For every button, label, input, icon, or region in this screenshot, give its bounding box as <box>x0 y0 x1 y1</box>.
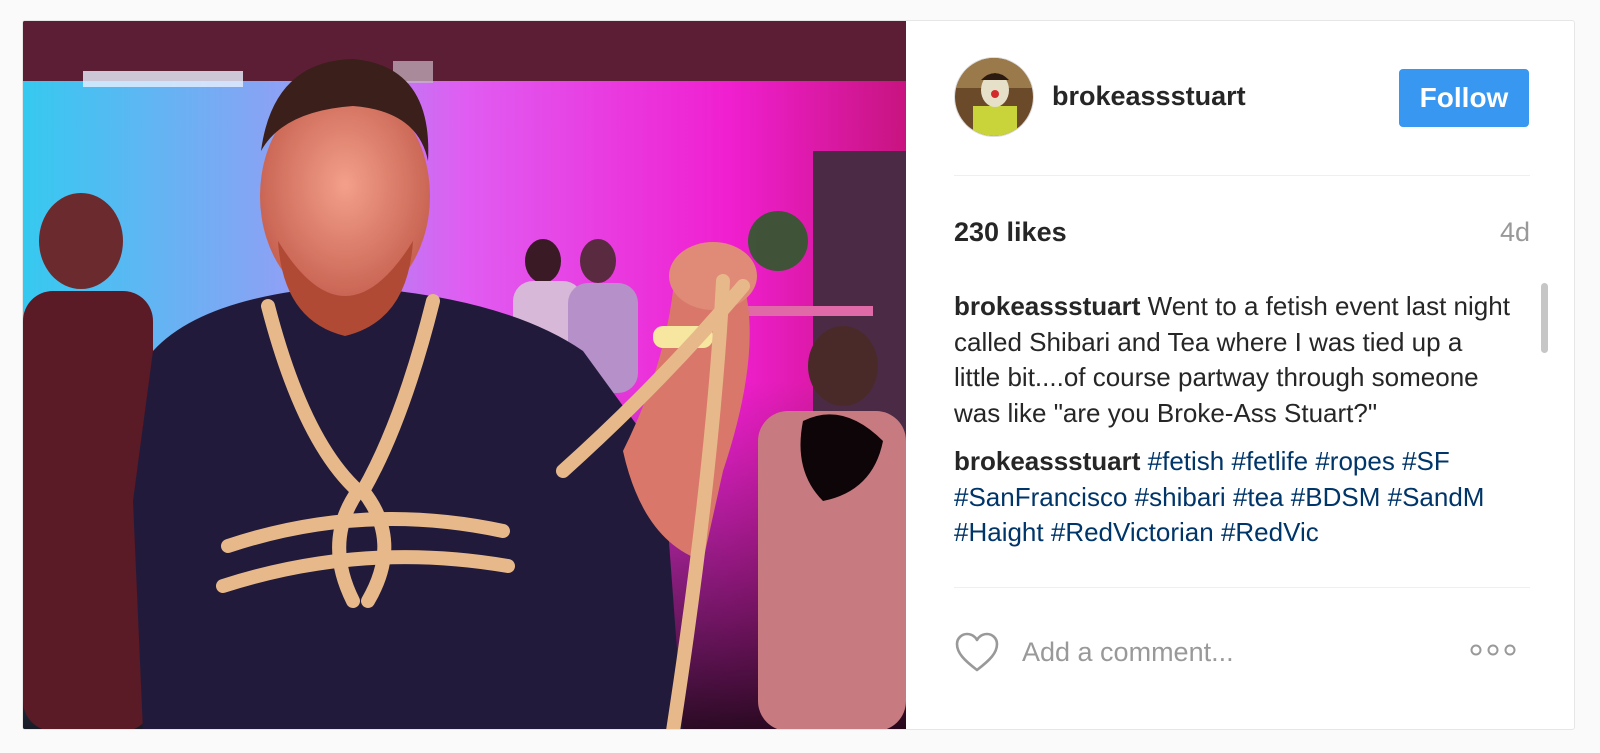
post-timestamp[interactable]: 4d <box>1500 217 1530 248</box>
avatar-image <box>955 58 1033 136</box>
scrollbar-thumb[interactable] <box>1541 283 1548 353</box>
hashtag-link[interactable]: #shibari <box>1135 482 1226 512</box>
more-options-button[interactable] <box>1468 639 1518 661</box>
hashtag-link[interactable]: #Haight <box>954 517 1044 547</box>
post-photo[interactable] <box>23 21 906 729</box>
heart-outline-icon <box>955 632 999 672</box>
post-photo-graphic <box>23 21 906 729</box>
add-comment-input[interactable] <box>1022 633 1452 671</box>
comment-author[interactable]: brokeassstuart <box>954 446 1140 476</box>
comment-author[interactable]: brokeassstuart <box>954 291 1140 321</box>
hashtag-link[interactable]: #SanFrancisco <box>954 482 1127 512</box>
hashtag-link[interactable]: #fetish <box>1148 446 1225 476</box>
hashtag-link[interactable]: #fetlife <box>1232 446 1309 476</box>
post-sidebar: brokeassstuart Follow 230 likes 4d broke… <box>906 21 1574 729</box>
hashtag-link[interactable]: #RedVictorian <box>1051 517 1214 547</box>
like-button[interactable] <box>954 631 1000 673</box>
post-card: brokeassstuart Follow 230 likes 4d broke… <box>22 20 1575 730</box>
hashtag-link[interactable]: #BDSM <box>1291 482 1381 512</box>
hashtag-link[interactable]: #tea <box>1233 482 1284 512</box>
avatar[interactable] <box>954 57 1034 137</box>
follow-button[interactable]: Follow <box>1399 69 1529 127</box>
hashtag-link[interactable]: #ropes <box>1315 446 1395 476</box>
caption-comment: brokeassstuart Went to a fetish event la… <box>954 289 1514 431</box>
hashtag-comment: brokeassstuart #fetish #fetlife #ropes #… <box>954 444 1514 551</box>
header-divider <box>954 175 1530 176</box>
likes-count[interactable]: 230 likes <box>954 217 1067 248</box>
actions-divider <box>954 587 1530 588</box>
post-author-username[interactable]: brokeassstuart <box>1052 81 1246 112</box>
post-header: brokeassstuart Follow <box>954 57 1530 139</box>
comments-list[interactable]: brokeassstuart Went to a fetish event la… <box>954 289 1514 587</box>
hashtag-link[interactable]: #SandM <box>1388 482 1485 512</box>
comments-scrollbar[interactable] <box>1540 283 1549 589</box>
hashtag-link[interactable]: #SF <box>1402 446 1450 476</box>
more-options-icon <box>1470 644 1516 656</box>
hashtag-link[interactable]: #RedVic <box>1221 517 1319 547</box>
